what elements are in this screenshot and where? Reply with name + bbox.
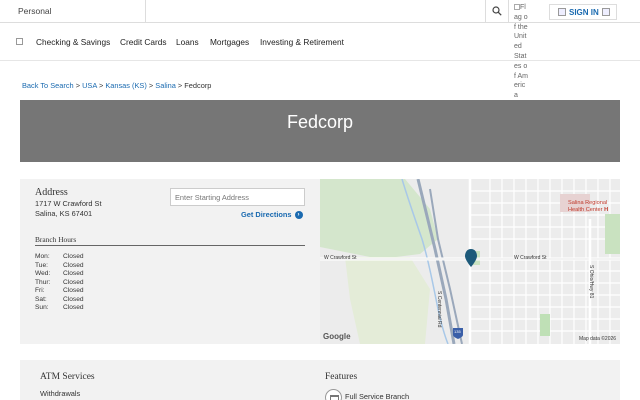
google-logo: Google xyxy=(323,332,351,341)
map-highway-shield-label: 135 xyxy=(454,329,461,334)
sign-in-button[interactable]: SIGN IN xyxy=(549,4,617,20)
branch-map[interactable]: W Crawford St W Crawford St S Centennial… xyxy=(320,179,620,344)
breadcrumb-separator: > xyxy=(148,81,154,90)
hours-row: Wed: Closed xyxy=(35,270,84,277)
breadcrumb-kansas[interactable]: Kansas (KS) xyxy=(105,81,147,90)
nav-item-loans[interactable]: Loans xyxy=(176,37,199,47)
nav-item-mortgages[interactable]: Mortgages xyxy=(210,37,249,47)
hours-status: Closed xyxy=(63,253,84,260)
address-line-1: 1717 W Crawford St xyxy=(35,199,102,208)
page-title: Fedcorp xyxy=(286,112,354,132)
search-icon xyxy=(492,6,502,16)
nav-item-investing-retirement[interactable]: Investing & Retirement xyxy=(260,37,344,47)
nav-item-credit-cards[interactable]: Credit Cards xyxy=(120,37,167,47)
broken-image-icon xyxy=(601,8,610,16)
atm-services-heading: ATM Services xyxy=(40,372,95,382)
hours-day: Thur: xyxy=(35,278,51,286)
hours-status: Closed xyxy=(63,261,84,269)
lock-icon xyxy=(558,8,566,16)
hours-row: Mon: Closed xyxy=(35,253,84,260)
features-heading: Features xyxy=(325,372,358,382)
logo-image[interactable] xyxy=(16,38,23,45)
map-road-label: S Ohio/Hwy 81 xyxy=(588,265,594,299)
hours-status: Closed xyxy=(63,278,84,286)
breadcrumb-separator: > xyxy=(75,81,81,90)
arrow-right-icon: › xyxy=(294,211,303,220)
hours-row: Sat: Closed xyxy=(35,296,84,303)
get-directions-button[interactable]: Get Directions › xyxy=(241,210,303,220)
hospital-icon: H xyxy=(604,206,609,213)
utility-bar: Personal Flag of the United States of Am… xyxy=(0,0,640,99)
map-poi-label: Salina Regional Health Center H xyxy=(568,200,620,213)
breadcrumb: Back To Search > USA > Kansas (KS) > Sal… xyxy=(22,81,211,90)
hours-day: Sat: xyxy=(35,295,47,303)
map-poi-text: Salina Regional Health Center xyxy=(568,200,608,213)
sign-in-label: SIGN IN xyxy=(569,7,599,17)
hours-status: Closed xyxy=(63,295,84,303)
hours-row: Tue: Closed xyxy=(35,262,84,269)
get-directions-label: Get Directions xyxy=(241,210,292,219)
hours-day: Wed: xyxy=(35,270,51,277)
personal-tab[interactable]: Personal xyxy=(0,0,146,22)
breadcrumb-current: Fedcorp xyxy=(184,81,212,90)
breadcrumb-usa[interactable]: USA xyxy=(82,81,97,90)
address-heading: Address xyxy=(35,187,68,198)
services-section: ATM Services Withdrawals Features Full S… xyxy=(20,360,620,400)
hours-row: Thur: Closed xyxy=(35,279,84,286)
hours-status: Closed xyxy=(63,287,84,294)
map-street-label: W Crawford St xyxy=(324,255,357,261)
starting-address-input[interactable] xyxy=(170,188,305,206)
search-button[interactable] xyxy=(486,0,509,22)
branch-hours-heading: Branch Hours xyxy=(35,235,77,244)
main-nav: Checking & Savings Credit Cards Loans Mo… xyxy=(0,23,640,61)
hours-row: Fri: Closed xyxy=(35,287,84,294)
address-line-2: Salina, KS 67401 xyxy=(35,209,93,218)
branch-info-panel: Address 1717 W Crawford St Salina, KS 67… xyxy=(20,179,320,344)
map-road-label: S Centennial Rd xyxy=(436,291,442,328)
divider xyxy=(35,245,305,246)
map-street-label: W Crawford St xyxy=(514,255,547,261)
map-data-credit[interactable]: Map data ©2026 xyxy=(579,336,616,342)
breadcrumb-separator: > xyxy=(177,81,183,90)
atm-service-item: Withdrawals xyxy=(40,389,81,398)
hours-day: Tue: xyxy=(35,261,48,269)
hours-day: Fri: xyxy=(35,287,45,294)
utility-bar-spacer xyxy=(146,0,486,22)
breadcrumb-back-to-search[interactable]: Back To Search xyxy=(22,81,74,90)
hours-row: Sun: Closed xyxy=(35,304,84,311)
hours-status: Closed xyxy=(63,304,84,311)
breadcrumb-salina[interactable]: Salina xyxy=(155,81,176,90)
branch-hero: Fedcorp xyxy=(20,100,620,162)
hours-day: Mon: xyxy=(35,253,50,260)
feature-item: Full Service Branch xyxy=(345,392,410,400)
bank-icon xyxy=(325,389,342,400)
breadcrumb-separator: > xyxy=(98,81,104,90)
hours-day: Sun: xyxy=(35,304,49,311)
nav-item-checking-savings[interactable]: Checking & Savings xyxy=(36,37,110,47)
hours-status: Closed xyxy=(63,270,84,277)
